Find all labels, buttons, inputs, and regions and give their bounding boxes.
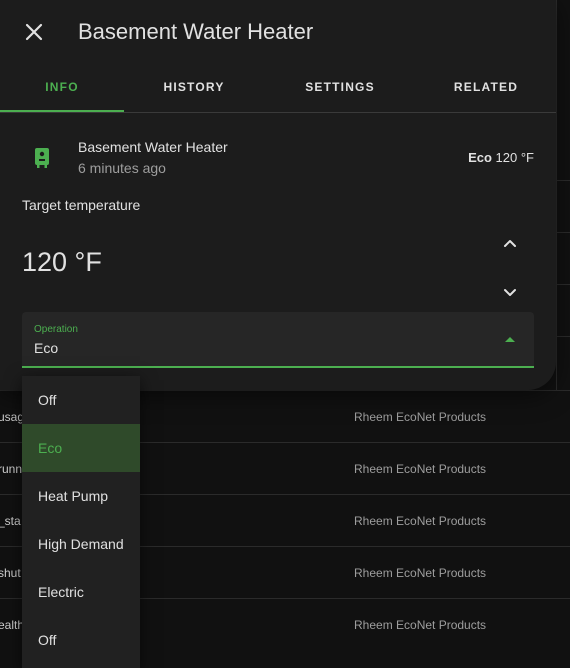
- operation-label: Operation: [34, 324, 78, 335]
- close-button[interactable]: [20, 18, 48, 46]
- state-mode: Eco: [468, 150, 492, 165]
- chevron-up-icon: [504, 240, 516, 247]
- state-temperature: 120 °F: [495, 150, 534, 165]
- table-cell-entity: runn: [0, 462, 23, 476]
- tab-bar: INFO HISTORY SETTINGS RELATED: [0, 64, 556, 113]
- close-icon: [25, 23, 43, 41]
- table-cell-integration: Rheem EcoNet Products: [354, 462, 487, 476]
- table-cell-integration: Rheem EcoNet Products: [354, 566, 487, 580]
- table-cell-entity: ealth: [0, 618, 25, 632]
- target-temperature-value: 120 °F: [22, 247, 102, 277]
- background-divider: [556, 180, 570, 181]
- menu-item-electric[interactable]: Electric: [22, 568, 140, 616]
- decrease-temperature-button[interactable]: [498, 280, 522, 304]
- menu-item-heat-pump[interactable]: Heat Pump: [22, 472, 140, 520]
- table-cell-integration: Rheem EcoNet Products: [354, 410, 487, 424]
- background-divider: [556, 284, 570, 285]
- arrow-up-icon: [505, 337, 515, 342]
- table-cell-integration: Rheem EcoNet Products: [354, 618, 487, 632]
- menu-item-off[interactable]: Off: [22, 376, 140, 424]
- entity-state: Eco 120 °F: [468, 150, 534, 165]
- water-heater-icon: [35, 148, 49, 168]
- table-cell-entity: usag: [0, 410, 25, 424]
- increase-temperature-button[interactable]: [498, 232, 522, 256]
- menu-item-eco[interactable]: Eco: [22, 424, 140, 472]
- tab-history[interactable]: HISTORY: [132, 64, 256, 111]
- menu-item-high-demand[interactable]: High Demand: [22, 520, 140, 568]
- background-divider: [556, 232, 570, 233]
- table-cell-integration: Rheem EcoNet Products: [354, 514, 487, 528]
- operation-menu: Off Eco Heat Pump High Demand Electric O…: [22, 376, 140, 668]
- chevron-down-icon: [504, 289, 516, 296]
- tab-settings[interactable]: SETTINGS: [278, 64, 402, 111]
- operation-select[interactable]: Operation Eco: [22, 312, 534, 368]
- menu-item-off-2[interactable]: Off: [22, 616, 140, 664]
- operation-value: Eco: [34, 340, 59, 356]
- table-cell-entity: _sta: [0, 514, 21, 528]
- tab-related[interactable]: RELATED: [424, 64, 548, 111]
- entity-name[interactable]: Basement Water Heater: [78, 139, 228, 155]
- tab-info[interactable]: INFO: [0, 64, 124, 112]
- last-changed: 6 minutes ago: [78, 160, 166, 176]
- background-divider: [556, 0, 557, 390]
- more-info-dialog: Basement Water Heater INFO HISTORY SETTI…: [0, 0, 556, 390]
- background-divider: [556, 336, 570, 337]
- dialog-title: Basement Water Heater: [78, 19, 314, 44]
- target-temperature-label: Target temperature: [22, 197, 141, 213]
- table-cell-entity: shut: [0, 566, 21, 580]
